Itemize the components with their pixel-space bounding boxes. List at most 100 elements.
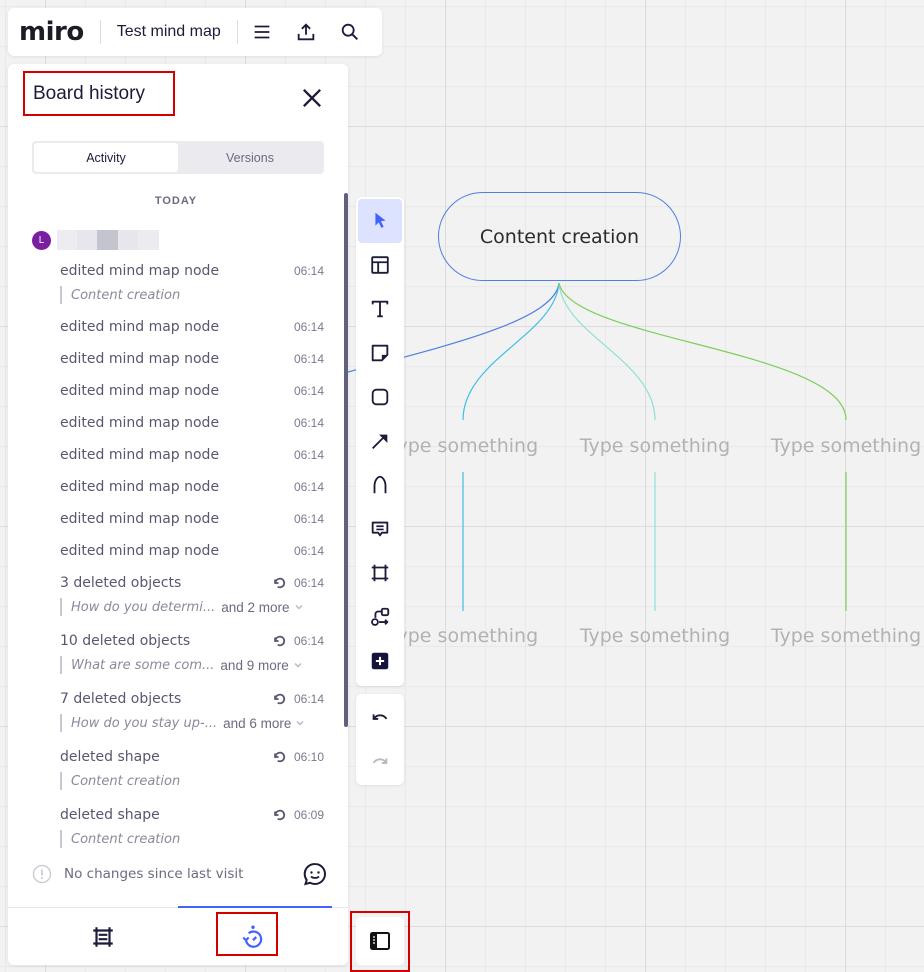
tool-mind-map[interactable] bbox=[358, 595, 402, 639]
history-entry[interactable]: deleted shape 06:09 Content creation bbox=[60, 806, 324, 848]
entry-detail-text: What are some com... bbox=[71, 657, 215, 673]
history-entry[interactable]: edited mind map node 06:14 bbox=[60, 542, 324, 560]
panel-bottom-tabs bbox=[8, 906, 348, 965]
entry-time: 06:14 bbox=[293, 352, 324, 366]
history-entry[interactable]: deleted shape 06:10 Content creation bbox=[60, 748, 324, 790]
mind-map-child-node[interactable]: Type something bbox=[580, 435, 730, 457]
mind-map-child-node[interactable]: Type something bbox=[771, 625, 921, 647]
branch-connector-2 bbox=[558, 282, 656, 421]
mind-map-child-node[interactable]: Type something bbox=[771, 435, 921, 457]
history-entry[interactable]: edited mind map node 06:14 bbox=[60, 446, 324, 464]
history-entry[interactable]: 3 deleted objects 06:14 How do you determi… bbox=[60, 574, 324, 616]
board-name[interactable]: Test mind map bbox=[117, 23, 221, 41]
restore-icon[interactable] bbox=[272, 692, 286, 706]
entry-detail: Content creation bbox=[60, 286, 324, 304]
sticky-note-icon bbox=[371, 344, 389, 362]
more-count: and 6 more bbox=[223, 715, 292, 731]
template-icon bbox=[371, 256, 389, 274]
branch-connector-3 bbox=[558, 282, 847, 421]
history-entry[interactable]: 7 deleted objects 06:14 How do you stay up… bbox=[60, 690, 324, 732]
entry-time-wrap: 06:14 bbox=[294, 512, 324, 526]
tool-shape[interactable] bbox=[358, 375, 402, 419]
frame-icon bbox=[371, 564, 389, 582]
restore-icon[interactable] bbox=[272, 750, 286, 764]
creation-toolbar bbox=[356, 197, 404, 686]
entry-title: edited mind map node bbox=[60, 511, 220, 527]
restore-icon[interactable] bbox=[272, 634, 286, 648]
plus-icon bbox=[371, 652, 389, 670]
entry-detail-text: How do you determi... bbox=[71, 599, 216, 615]
entry-time: 06:14 bbox=[293, 416, 324, 430]
restore-icon[interactable] bbox=[272, 576, 286, 590]
entry-time: 06:14 bbox=[293, 576, 324, 590]
mind-map-child-node[interactable]: Type something bbox=[388, 625, 538, 647]
root-node-text: Content creation bbox=[479, 225, 640, 248]
tool-frame[interactable] bbox=[358, 551, 402, 595]
entry-time: 06:14 bbox=[293, 634, 324, 648]
entry-time: 06:14 bbox=[293, 544, 324, 558]
search-button[interactable] bbox=[328, 8, 372, 56]
entry-time-wrap: 06:14 bbox=[294, 416, 324, 430]
undo-button[interactable] bbox=[358, 696, 402, 740]
export-button[interactable] bbox=[284, 8, 328, 56]
entry-detail: How do you determi... and 2 more bbox=[60, 598, 324, 616]
menu-button[interactable] bbox=[240, 8, 284, 56]
restore-icon[interactable] bbox=[272, 808, 286, 822]
entry-title: edited mind map node bbox=[60, 415, 220, 431]
mind-map-child-node[interactable]: Type something bbox=[388, 435, 538, 457]
tool-templates[interactable] bbox=[358, 243, 402, 287]
tool-pen[interactable] bbox=[358, 463, 402, 507]
history-entry[interactable]: edited mind map node 06:14 Content creatio… bbox=[60, 262, 324, 304]
history-entry[interactable]: edited mind map node 06:14 bbox=[60, 414, 324, 432]
shape-icon bbox=[371, 388, 389, 406]
tool-more-apps[interactable] bbox=[358, 639, 402, 683]
entry-time-wrap: 06:14 bbox=[272, 692, 324, 706]
tool-select[interactable] bbox=[358, 199, 402, 243]
entry-time: 06:14 bbox=[293, 448, 324, 462]
history-entry[interactable]: edited mind map node 06:14 bbox=[60, 318, 324, 336]
panel-title-highlight: Board history bbox=[23, 71, 175, 116]
entry-title: edited mind map node bbox=[60, 351, 220, 367]
entry-time-wrap: 06:14 bbox=[294, 320, 324, 334]
entry-title: 10 deleted objects bbox=[60, 633, 191, 649]
no-changes-text: No changes since last visit bbox=[64, 866, 244, 882]
entry-detail-text: Content creation bbox=[71, 287, 181, 303]
miro-logo[interactable]: miro bbox=[19, 19, 84, 45]
entry-time-wrap: 06:14 bbox=[272, 576, 324, 590]
entry-detail-text: How do you stay up-... bbox=[71, 715, 218, 731]
tab-versions[interactable]: Versions bbox=[178, 143, 322, 172]
entry-detail: How do you stay up-... and 6 more bbox=[60, 714, 324, 732]
history-entry[interactable]: edited mind map node 06:14 bbox=[60, 478, 324, 496]
entry-title: edited mind map node bbox=[60, 263, 220, 279]
show-more-link[interactable]: and 9 more bbox=[220, 658, 302, 673]
redo-button[interactable] bbox=[358, 740, 402, 784]
tab-frames[interactable] bbox=[18, 908, 188, 965]
tool-sticky-note[interactable] bbox=[358, 331, 402, 375]
tool-connection-line[interactable] bbox=[358, 419, 402, 463]
history-entry[interactable]: 10 deleted objects 06:14 What are some com… bbox=[60, 632, 324, 674]
mind-map-root-node[interactable]: Content creation bbox=[438, 192, 681, 281]
tool-text[interactable] bbox=[358, 287, 402, 331]
scrollbar[interactable] bbox=[344, 193, 348, 727]
entry-detail-text: Content creation bbox=[71, 773, 181, 789]
show-more-link[interactable]: and 2 more bbox=[221, 600, 303, 615]
history-entry[interactable]: edited mind map node 06:14 bbox=[60, 350, 324, 368]
entry-time-wrap: 06:14 bbox=[294, 264, 324, 278]
highlight-box bbox=[216, 912, 278, 956]
info-icon bbox=[32, 864, 52, 884]
entry-time: 06:14 bbox=[293, 264, 324, 278]
tool-comment[interactable] bbox=[358, 507, 402, 551]
show-more-link[interactable]: and 6 more bbox=[223, 716, 305, 731]
user-row: L bbox=[32, 230, 159, 250]
history-entry[interactable]: edited mind map node 06:14 bbox=[60, 382, 324, 400]
close-icon[interactable] bbox=[298, 84, 326, 112]
export-icon bbox=[297, 23, 314, 41]
history-entry[interactable]: edited mind map node 06:14 bbox=[60, 510, 324, 528]
tab-activity[interactable]: Activity bbox=[34, 143, 178, 172]
entry-title: deleted shape bbox=[60, 749, 160, 765]
cursor-icon bbox=[375, 212, 386, 228]
feedback-icon[interactable] bbox=[302, 861, 328, 887]
undo-redo-toolbar bbox=[356, 694, 404, 785]
mind-map-child-node[interactable]: Type something bbox=[580, 625, 730, 647]
entry-title: edited mind map node bbox=[60, 479, 220, 495]
